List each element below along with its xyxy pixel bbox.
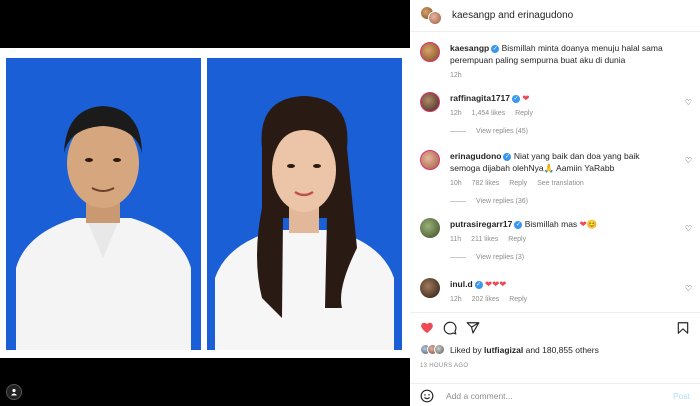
see-translation-link[interactable]: See translation bbox=[537, 180, 584, 187]
collab-avatars[interactable] bbox=[420, 5, 444, 26]
share-icon[interactable] bbox=[466, 321, 480, 335]
avatar[interactable] bbox=[420, 150, 440, 170]
comment-likes[interactable]: 211 likes bbox=[471, 236, 498, 243]
likes-text[interactable]: Liked by lutfiagizal and 180,855 others bbox=[450, 345, 599, 355]
verified-icon: ✓ bbox=[491, 44, 500, 53]
photo-frame bbox=[0, 48, 410, 400]
comment-item: inul.d ✓ ❤❤❤ 12h 202 likes Reply ♡ bbox=[420, 278, 696, 308]
caption-username[interactable]: kaesangp bbox=[450, 43, 489, 53]
reply-link[interactable]: Reply bbox=[509, 180, 527, 187]
comment-username[interactable]: putrasiregarr17 bbox=[450, 219, 512, 229]
post-authors[interactable]: kaesangp and erinagudono bbox=[452, 10, 573, 21]
post-media bbox=[0, 0, 410, 406]
avatar[interactable] bbox=[420, 42, 440, 62]
view-replies[interactable]: View replies (45) bbox=[450, 128, 528, 135]
comment-icon[interactable] bbox=[443, 321, 457, 335]
comment-username[interactable]: erinagudono bbox=[450, 151, 501, 161]
add-comment-bar: Post bbox=[410, 383, 700, 406]
verified-icon: ✓ bbox=[474, 280, 483, 289]
post-actions: Liked by lutfiagizal and 180,855 others … bbox=[410, 312, 700, 406]
likes-summary: Liked by lutfiagizal and 180,855 others bbox=[420, 344, 599, 355]
heart-filled-icon[interactable] bbox=[420, 321, 434, 335]
comment-time: 12h bbox=[450, 110, 462, 117]
photo-woman bbox=[207, 58, 402, 350]
avatar bbox=[434, 344, 445, 355]
like-comment-icon[interactable]: ♡ bbox=[685, 98, 692, 107]
comment-username[interactable]: raffinagita1717 bbox=[450, 93, 510, 103]
post-timestamp: 13 HOURS AGO bbox=[420, 363, 469, 369]
comment-item: putrasiregarr17 ✓ Bismillah mas ❤😊 11h 21… bbox=[420, 218, 696, 268]
like-comment-icon[interactable]: ♡ bbox=[685, 224, 692, 233]
caption-time: 12h bbox=[450, 72, 462, 79]
post-header: kaesangp and erinagudono bbox=[410, 0, 700, 32]
photo-man bbox=[6, 58, 201, 350]
comment-time: 10h bbox=[450, 180, 462, 187]
like-comment-icon[interactable]: ♡ bbox=[685, 156, 692, 165]
verified-icon: ✓ bbox=[512, 94, 520, 103]
comment-likes[interactable]: 202 likes bbox=[472, 296, 500, 303]
comment-input[interactable] bbox=[446, 390, 666, 401]
comments-list: kaesangp ✓ Bismillah minta doanya menuju … bbox=[410, 32, 700, 312]
view-replies[interactable]: View replies (3) bbox=[450, 254, 524, 261]
avatar[interactable] bbox=[420, 218, 440, 238]
comment-username[interactable]: inul.d bbox=[450, 279, 473, 289]
comment-text: Bismillah mas bbox=[524, 219, 578, 229]
woman-portrait bbox=[207, 58, 402, 350]
smiley-icon[interactable] bbox=[420, 389, 434, 403]
comment-emoji: ❤😊 bbox=[579, 219, 598, 229]
comment-likes[interactable]: 782 likes bbox=[472, 180, 500, 187]
comment-time: 11h bbox=[450, 236, 462, 243]
post-panel: kaesangp and erinagudono kaesangp ✓ Bismi… bbox=[410, 0, 700, 406]
reply-link[interactable]: Reply bbox=[508, 236, 526, 243]
view-replies[interactable]: View replies (36) bbox=[450, 198, 528, 205]
person-tag-icon[interactable] bbox=[6, 384, 22, 400]
reply-link[interactable]: Reply bbox=[515, 110, 533, 117]
comment-emoji: ❤ bbox=[522, 93, 530, 103]
man-portrait bbox=[6, 58, 201, 350]
like-comment-icon[interactable]: ♡ bbox=[685, 284, 692, 293]
avatar[interactable] bbox=[420, 92, 440, 112]
comment-likes[interactable]: 1,454 likes bbox=[472, 110, 505, 117]
avatar[interactable] bbox=[420, 278, 440, 298]
verified-icon: ✓ bbox=[514, 220, 523, 229]
bookmark-icon[interactable] bbox=[676, 321, 690, 335]
caption: kaesangp ✓ Bismillah minta doanya menuju … bbox=[420, 42, 696, 82]
post-button[interactable]: Post bbox=[673, 391, 690, 401]
comment-item: erinagudono ✓ Niat yang baik dan doa yang… bbox=[420, 150, 696, 212]
verified-icon: ✓ bbox=[503, 152, 512, 161]
reply-link[interactable]: Reply bbox=[509, 296, 527, 303]
comment-time: 12h bbox=[450, 296, 462, 303]
comment-item: raffinagita1717 ✓ ❤ 12h 1,454 likes Reply… bbox=[420, 92, 696, 142]
comment-emoji: ❤❤❤ bbox=[485, 279, 507, 289]
